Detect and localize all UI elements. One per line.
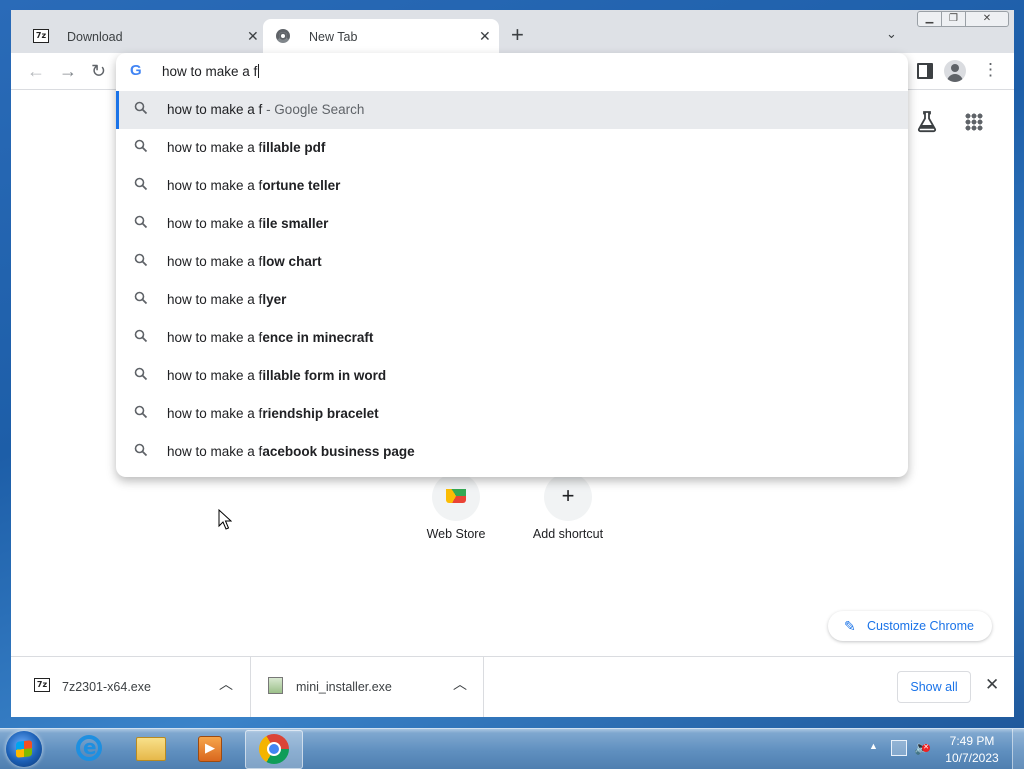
media-player-icon [198,736,222,762]
back-arrow-icon[interactable]: ← [27,62,45,80]
suggestion-text: how to make a friendship bracelet [167,406,379,421]
internet-explorer-icon [76,735,102,761]
suggestion-text: how to make a flow chart [167,254,322,269]
suggestion-text: how to make a fence in minecraft [167,330,374,345]
add-shortcut-button[interactable]: + Add shortcut [512,473,624,541]
suggestion-text: how to make a file smaller [167,216,329,231]
suggestion-item[interactable]: how to make a fillable form in word [116,357,908,395]
new-tab-button[interactable]: + [511,24,524,46]
customize-label: Customize Chrome [867,619,974,633]
network-icon[interactable] [891,740,907,756]
kebab-menu-icon[interactable]: ⋮ [982,61,999,79]
7zip-icon: 7z [33,29,49,43]
chrome-icon [276,29,290,43]
windows-logo-icon [16,740,32,758]
suggestion-text: how to make a flyer [167,292,287,307]
close-icon[interactable]: ✕ [247,28,259,45]
installer-icon [268,677,283,694]
7zip-icon: 7z [34,678,50,692]
taskbar-internet-explorer[interactable] [62,730,118,767]
tab-download[interactable]: 7z Download ✕ [21,19,262,53]
shortcut-web-store[interactable]: Web Store [400,473,512,541]
download-item[interactable]: mini_installer.exe ︿ [251,657,484,717]
suggestion-item[interactable]: how to make a friendship bracelet [116,395,908,433]
suggestion-item[interactable]: how to make a facebook business page [116,433,908,471]
omnibox-dropdown: G how to make a f how to make a f - Goog… [116,53,908,477]
taskbar-chrome[interactable] [245,730,303,769]
taskbar-windows-explorer[interactable] [122,730,178,767]
suggestion-item[interactable]: how to make a file smaller [116,205,908,243]
chevron-up-icon[interactable]: ︿ [219,674,233,694]
windows-explorer-icon [136,737,166,761]
suggestion-text: how to make a fillable pdf [167,140,326,155]
show-hidden-icons-icon[interactable]: ▲ [869,741,878,751]
tab-title: Download [67,30,123,44]
minimize-button[interactable]: ▁ [917,11,942,27]
taskbar: ▲ 🔈✕ 7:49 PM 10/7/2023 [0,728,1024,769]
shortcut-label: Web Store [426,527,486,541]
volume-muted-icon[interactable]: 🔈✕ [914,740,930,756]
omnibox-input[interactable]: how to make a f [162,64,259,79]
suggestion-text: how to make a fillable form in word [167,368,387,383]
chrome-icon [259,734,289,764]
suggestion-text: how to make a facebook business page [167,444,415,459]
download-item[interactable]: 7z 7z2301-x64.exe ︿ [11,657,251,717]
suggestion-text: how to make a fortune teller [167,178,341,193]
shortcut-label: Add shortcut [532,527,604,541]
tab-title: New Tab [309,30,358,44]
google-apps-grid-icon[interactable] [965,113,983,131]
chrome-window: 7z Download ✕ New Tab ✕ + ⌄ ▁ ❐ ✕ ← → ↻ … [11,10,1014,717]
restore-button[interactable]: ❐ [941,11,966,27]
tab-new-tab[interactable]: New Tab ✕ [263,19,499,53]
show-all-button[interactable]: Show all [897,671,971,703]
customize-chrome-button[interactable]: ✎ Customize Chrome [828,611,992,641]
tab-strip: 7z Download ✕ New Tab ✕ + ⌄ ▁ ❐ ✕ [11,10,1014,53]
suggestion-item[interactable]: how to make a fortune teller [116,167,908,205]
window-close-button[interactable]: ✕ [965,11,1009,27]
plus-icon: + [544,473,592,521]
show-desktop-button[interactable] [1012,729,1024,769]
google-g-icon: G [130,62,142,79]
labs-flask-icon[interactable] [915,109,939,138]
tab-search-chevron-icon[interactable]: ⌄ [886,26,897,42]
side-panel-icon[interactable] [917,63,933,79]
reload-icon[interactable]: ↻ [91,62,106,80]
clock-date[interactable]: 10/7/2023 [942,751,1002,765]
clock-time[interactable]: 7:49 PM [948,734,996,748]
omnibox-input-row[interactable]: G how to make a f [116,53,908,89]
close-icon[interactable]: ✕ [985,675,999,695]
web-store-icon [446,489,466,503]
download-shelf: 7z 7z2301-x64.exe ︿ mini_installer.exe ︿… [11,656,1014,717]
download-filename: 7z2301-x64.exe [62,680,151,694]
download-filename: mini_installer.exe [296,680,392,694]
profile-avatar[interactable] [944,60,966,82]
mouse-cursor-icon [218,508,233,535]
forward-arrow-icon[interactable]: → [59,62,77,80]
taskbar-media-player[interactable] [182,730,238,767]
suggestion-item[interactable]: how to make a flow chart [116,243,908,281]
suggestion-item[interactable]: how to make a fillable pdf [116,129,908,167]
chevron-up-icon[interactable]: ︿ [453,674,467,694]
suggestion-item[interactable]: how to make a flyer [116,281,908,319]
start-button[interactable] [6,731,42,767]
pencil-icon: ✎ [844,618,856,634]
selection-bar [116,91,119,129]
suggestion-text: how to make a f - Google Search [167,102,365,117]
suggestion-item[interactable]: how to make a f - Google Search [116,91,908,129]
suggestion-item[interactable]: how to make a fence in minecraft [116,319,908,357]
close-icon[interactable]: ✕ [479,28,491,45]
